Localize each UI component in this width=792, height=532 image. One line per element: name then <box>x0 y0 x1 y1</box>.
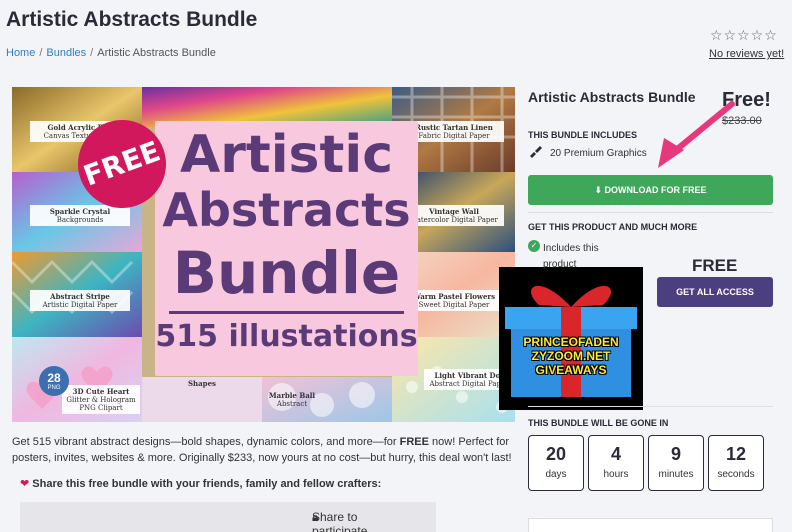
countdown-value: 9 <box>670 444 681 464</box>
breadcrumb: Home / Bundles / Artistic Abstracts Bundle <box>6 47 216 59</box>
divider <box>528 406 773 407</box>
tile-title: Marble Ball <box>268 391 316 400</box>
tile-subtitle: Backgrounds <box>56 216 104 224</box>
tile-subtitle: Fabric Digital Paper <box>418 132 490 140</box>
countdown-heading: THIS BUNDLE WILL BE GONE IN <box>528 418 669 428</box>
more-heading: GET THIS PRODUCT AND MUCH MORE <box>528 222 698 232</box>
paintbrush-icon <box>530 146 542 158</box>
tile-title: 3D Cute Heart <box>72 387 130 396</box>
tile-label-marble: Marble Ball Abstract <box>262 389 322 410</box>
lock-icon: 🔒︎ <box>312 510 319 524</box>
gift-line-3: GIVEAWAYS <box>535 363 607 377</box>
countdown-value: 12 <box>725 444 747 464</box>
tile-title: Shapes <box>188 379 216 388</box>
get-all-access-button[interactable]: GET ALL ACCESS <box>657 277 773 307</box>
countdown-unit: days <box>545 469 567 480</box>
gift-line-2: ZYZOOM.NET <box>531 349 611 363</box>
tile-label-stripe: Abstract Stripe Artistic Digital Paper <box>30 290 130 311</box>
page-title: Artistic Abstracts Bundle <box>6 8 258 31</box>
card-line-count: 515 illustations <box>155 319 418 354</box>
reviews-link[interactable]: No reviews yet! <box>709 48 784 60</box>
breadcrumb-current: Artistic Abstracts Bundle <box>97 47 216 59</box>
tile-title: Vintage Wall <box>429 207 479 216</box>
tile-subtitle: Abstract Digital Paper <box>429 380 509 388</box>
gift-line-1: PRINCEOFADEN <box>523 335 619 349</box>
tile-label-crystal: Sparkle Crystal Backgrounds <box>30 205 130 226</box>
countdown-unit: hours <box>603 469 629 480</box>
share-heading-text: Share this free bundle with your friends… <box>32 478 382 490</box>
breadcrumb-separator: / <box>90 47 94 59</box>
sidebar-bottom-box <box>528 518 773 532</box>
tile-label-wall: Vintage Wall Watercolor Digital Paper <box>404 205 504 226</box>
share-box-label: Share to participate <box>312 510 368 532</box>
tile-subtitle: Sweet Digital Paper <box>418 301 490 309</box>
tile-label-pastel: Warm Pastel Flowers Sweet Digital Paper <box>404 290 504 311</box>
free-badge-text: FREE <box>79 134 165 193</box>
includes-item: 20 Premium Graphics <box>550 148 647 159</box>
tile-subtitle: Abstract <box>276 400 308 408</box>
share-to-participate-box[interactable]: 🔒︎ Share to participate 🔒︎ <box>20 502 436 532</box>
card-line-bundle: Bundle <box>172 239 401 307</box>
heart-icon: ❤ <box>20 478 30 490</box>
count-badge-number: 28 <box>47 371 61 385</box>
card-line-artistic: Artistic <box>179 125 394 185</box>
rating-stars[interactable]: ☆☆☆☆☆ <box>710 27 778 44</box>
countdown-value: 4 <box>610 444 621 464</box>
countdown-seconds: 12 seconds <box>708 435 764 491</box>
countdown-unit: seconds <box>717 469 755 480</box>
gift-text: PRINCEOFADEN ZYZOOM.NET GIVEAWAYS <box>499 335 643 377</box>
share-heading: ❤ Share this free bundle with your frien… <box>20 477 381 490</box>
included-text: Includes this product <box>543 243 599 270</box>
download-icon: ⬇ <box>594 185 603 195</box>
check-circle-icon: ✓ <box>528 240 540 252</box>
download-button[interactable]: ⬇ DOWNLOAD FOR FREE <box>528 175 773 205</box>
countdown-minutes: 9 minutes <box>648 435 704 491</box>
access-price: FREE <box>692 256 738 275</box>
arrow-annotation <box>658 101 735 168</box>
tile-subtitle: Artistic Digital Paper <box>42 301 118 309</box>
tile-subtitle: Glitter & Hologram PNG Clipart <box>66 396 136 412</box>
product-description: Get 515 vibrant abstract designs—bold sh… <box>12 434 512 466</box>
breadcrumb-separator: / <box>39 47 43 59</box>
breadcrumb-bundles[interactable]: Bundles <box>46 47 86 59</box>
countdown-days: 20 days <box>528 435 584 491</box>
bundle-title-card: Artistic Abstracts Bundle 515 illustatio… <box>155 121 418 376</box>
tile-title: Sparkle Crystal <box>49 207 111 216</box>
product-image[interactable]: Gold Acrylic Pou Canvas Texture Sam Rusti… <box>12 87 515 422</box>
count-badge-sub: PNG <box>47 385 61 391</box>
tile-title: Light Vibrant Dot <box>434 371 504 380</box>
card-line-abstracts: Abstracts <box>162 183 411 237</box>
tile-label-heart: 3D Cute Heart Glitter & Hologram PNG Clip… <box>62 385 140 414</box>
tile-title: Warm Pastel Flowers <box>412 292 496 301</box>
includes-heading: THIS BUNDLE INCLUDES <box>528 130 638 140</box>
card-divider <box>169 311 404 314</box>
tile-title: Abstract Stripe <box>50 292 110 301</box>
tile-title: Rustic Tartan Linen <box>415 123 493 132</box>
countdown-hours: 4 hours <box>588 435 644 491</box>
divider <box>528 212 773 213</box>
giveaway-gift-image[interactable]: PRINCEOFADEN ZYZOOM.NET GIVEAWAYS <box>499 267 643 410</box>
tile-label-shapes: Shapes <box>162 377 242 390</box>
count-badge: 28 PNG <box>39 366 69 396</box>
tile-label-tartan: Rustic Tartan Linen Fabric Digital Paper <box>404 121 504 142</box>
breadcrumb-home[interactable]: Home <box>6 47 35 59</box>
description-bold: FREE <box>399 436 429 448</box>
description-text: Get 515 vibrant abstract designs—bold sh… <box>12 436 400 448</box>
download-label: DOWNLOAD FOR FREE <box>604 185 707 195</box>
countdown-unit: minutes <box>658 469 694 480</box>
tile-subtitle: Watercolor Digital Paper <box>410 216 498 224</box>
countdown-value: 20 <box>545 444 567 464</box>
